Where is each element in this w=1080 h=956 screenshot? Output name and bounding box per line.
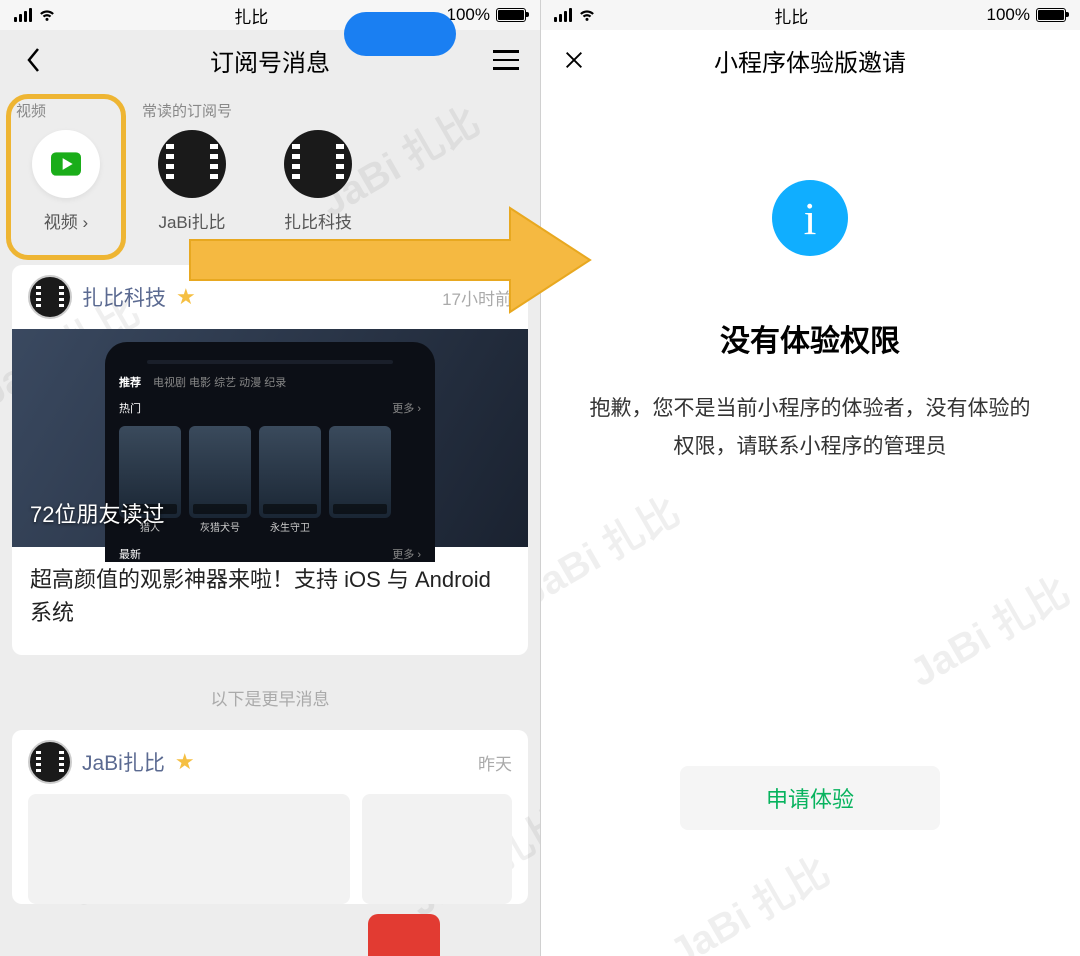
star-icon: ★: [176, 284, 196, 310]
hamburger-icon: [493, 50, 519, 70]
phone-separator: [540, 0, 541, 956]
feed-card-2[interactable]: JaBi扎比 ★ 昨天: [12, 730, 528, 904]
signal-icon: [554, 8, 572, 22]
carrier-label: 扎比: [234, 3, 268, 28]
battery-indicator: 100%: [987, 5, 1066, 25]
nav-title: 订阅号消息: [210, 43, 330, 78]
phone-left: JaBi 扎比 JaBi 扎比 JaBi 扎比 JaBi 扎比 JaBi 扎比 …: [0, 0, 540, 956]
film-roll-icon: [158, 130, 226, 198]
read-count-overlay: 72位朋友读过: [30, 497, 164, 529]
earlier-divider: 以下是更早消息: [0, 673, 540, 730]
feed-header: 扎比科技 ★ 17小时前: [12, 265, 528, 329]
permission-panel: i 没有体验权限 抱歉，您不是当前小程序的体验者，没有体验的权限，请联系小程序的…: [540, 90, 1080, 830]
device-mockup: 推荐电视剧 电影 综艺 动漫 纪录 热门更多 › 猎人 灰猎犬号 永生守卫 最新…: [105, 342, 435, 562]
info-icon: i: [772, 180, 848, 256]
navbar-right: 小程序体验版邀请: [540, 30, 1080, 90]
post-time: 昨天: [478, 750, 512, 775]
navbar-left: 订阅号消息: [0, 30, 540, 90]
close-button[interactable]: [560, 46, 588, 74]
wifi-icon: [578, 4, 596, 27]
statusbar-right: 扎比 100%: [540, 0, 1080, 30]
feed-card-1[interactable]: 扎比科技 ★ 17小时前 推荐电视剧 电影 综艺 动漫 纪录 热门更多 › 猎人…: [12, 265, 528, 655]
star-icon: ★: [175, 749, 195, 775]
permission-message: 抱歉，您不是当前小程序的体验者，没有体验的权限，请联系小程序的管理员: [580, 390, 1040, 466]
statusbar-left: 扎比 100%: [0, 0, 540, 30]
post-time: 17小时前: [442, 285, 512, 310]
feed-header: JaBi扎比 ★ 昨天: [12, 730, 528, 794]
signal-icon: [14, 8, 32, 22]
author-name[interactable]: 扎比科技: [82, 282, 166, 312]
nav-title: 小程序体验版邀请: [714, 43, 906, 78]
phone-right: JaBi 扎比 JaBi 扎比 JaBi 扎比 扎比 100% 小程序体验版邀请…: [540, 0, 1080, 956]
apply-button[interactable]: 申请体验: [680, 766, 940, 830]
film-roll-icon: [284, 130, 352, 198]
shortcut-jabi[interactable]: 常读的订阅号 JaBi扎比: [138, 96, 246, 265]
author-name[interactable]: JaBi扎比: [82, 747, 165, 777]
article-title[interactable]: 超高颜值的观影神器来啦！支持 iOS 与 Android 系统: [12, 547, 528, 655]
highlight-box: [6, 94, 126, 260]
menu-button[interactable]: [492, 46, 520, 74]
back-button[interactable]: [20, 46, 48, 74]
author-avatar[interactable]: [28, 275, 72, 319]
shortcut-zhabi-tech[interactable]: 扎比科技: [264, 96, 372, 265]
wifi-icon: [38, 4, 56, 27]
author-avatar[interactable]: [28, 740, 72, 784]
feed-preview-area: [12, 794, 528, 904]
carrier-label: 扎比: [774, 3, 808, 28]
feed-cover[interactable]: 推荐电视剧 电影 综艺 动漫 纪录 热门更多 › 猎人 灰猎犬号 永生守卫 最新…: [12, 329, 528, 547]
battery-indicator: 100%: [447, 5, 526, 25]
permission-heading: 没有体验权限: [720, 316, 900, 360]
